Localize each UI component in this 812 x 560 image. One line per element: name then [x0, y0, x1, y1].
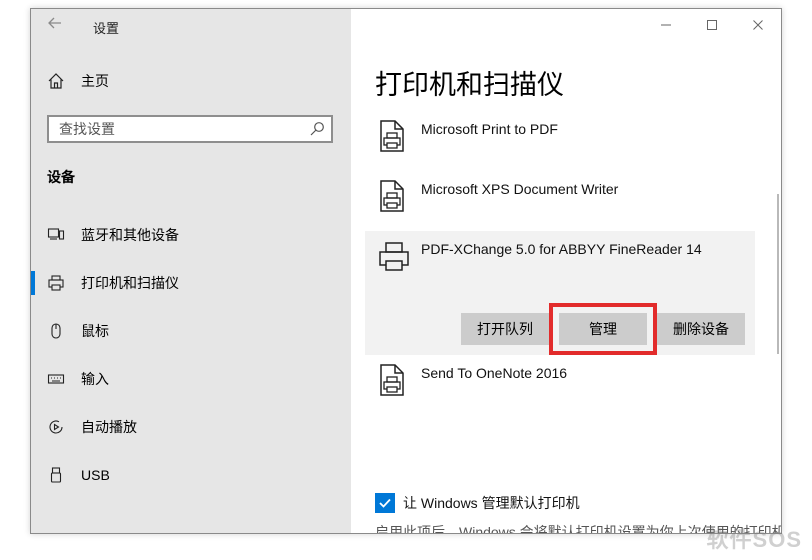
sidebar-nav: 蓝牙和其他设备 打印机和扫描仪 鼠标 输入 自动播放 USB [31, 211, 351, 499]
keyboard-icon [47, 370, 65, 388]
sidebar-item-autoplay[interactable]: 自动播放 [31, 403, 351, 451]
default-printer-checkbox[interactable] [375, 493, 395, 513]
document-printer-icon [380, 120, 404, 152]
section-title: 设备 [47, 169, 75, 185]
scrollbar[interactable] [777, 194, 779, 354]
printer-name: Send To OneNote 2016 [421, 365, 568, 381]
sidebar: 设置 主页 设备 [31, 9, 351, 533]
manage-button[interactable]: 管理 [549, 303, 657, 355]
back-button[interactable] [43, 15, 67, 37]
main-content: 打印机和扫描仪 Microsoft Print to PDF Microsoft… [351, 9, 781, 533]
list-item[interactable]: Microsoft Print to PDF [365, 111, 755, 171]
home-nav-item[interactable]: 主页 [47, 71, 109, 91]
bluetooth-devices-icon [47, 226, 65, 244]
page-title: 打印机和扫描仪 [375, 70, 564, 100]
autoplay-icon [47, 418, 65, 436]
document-printer-icon [380, 364, 404, 396]
minimize-icon [661, 24, 671, 26]
open-queue-button[interactable]: 打开队列 [461, 313, 549, 345]
sidebar-item-usb[interactable]: USB [31, 451, 351, 499]
printer-icon [47, 274, 65, 292]
default-printer-option[interactable]: 让 Windows 管理默认打印机 [375, 493, 580, 513]
sidebar-item-label: 打印机和扫描仪 [81, 275, 179, 291]
printer-list: Microsoft Print to PDF Microsoft XPS Doc… [365, 111, 755, 415]
printer-name: Microsoft XPS Document Writer [421, 181, 619, 197]
search-box[interactable] [47, 115, 333, 143]
sidebar-item-label: 自动播放 [81, 419, 137, 435]
checkbox-label: 让 Windows 管理默认打印机 [403, 495, 580, 511]
search-input[interactable] [49, 117, 309, 141]
printer-name: Microsoft Print to PDF [421, 121, 558, 137]
sidebar-item-bluetooth[interactable]: 蓝牙和其他设备 [31, 211, 351, 259]
home-icon [48, 73, 64, 89]
sidebar-item-mouse[interactable]: 鼠标 [31, 307, 351, 355]
sidebar-item-printers[interactable]: 打印机和扫描仪 [31, 259, 351, 307]
usb-icon [47, 466, 65, 484]
printer-actions: 打开队列 管理 删除设备 [461, 303, 745, 355]
sidebar-item-input[interactable]: 输入 [31, 355, 351, 403]
close-button[interactable] [735, 9, 781, 41]
sidebar-item-label: USB [81, 467, 110, 483]
document-printer-icon [380, 180, 404, 212]
settings-window: 设置 主页 设备 [30, 8, 782, 534]
maximize-icon [707, 20, 717, 30]
minimize-button[interactable] [643, 9, 689, 41]
search-icon[interactable] [309, 121, 325, 137]
titlebar: 设置 [31, 9, 351, 43]
window-controls [643, 9, 781, 43]
app-title: 设置 [93, 21, 120, 36]
printer-name: PDF-XChange 5.0 for ABBYY FineReader 14 [421, 241, 702, 257]
list-item[interactable]: Send To OneNote 2016 [365, 355, 755, 415]
home-label: 主页 [81, 73, 109, 89]
printer-icon [379, 242, 409, 271]
list-item-selected[interactable]: PDF-XChange 5.0 for ABBYY FineReader 14 … [365, 231, 755, 355]
watermark: 软件SOS [706, 527, 802, 552]
sidebar-item-label: 输入 [81, 371, 109, 387]
mouse-icon [47, 322, 65, 340]
maximize-button[interactable] [689, 9, 735, 41]
checkmark-icon [379, 498, 391, 508]
back-arrow-icon [48, 17, 61, 29]
remove-device-button[interactable]: 删除设备 [657, 313, 745, 345]
close-icon [753, 20, 763, 30]
sidebar-item-label: 鼠标 [81, 323, 109, 339]
list-item[interactable]: Microsoft XPS Document Writer [365, 171, 755, 231]
sidebar-item-label: 蓝牙和其他设备 [81, 227, 179, 243]
